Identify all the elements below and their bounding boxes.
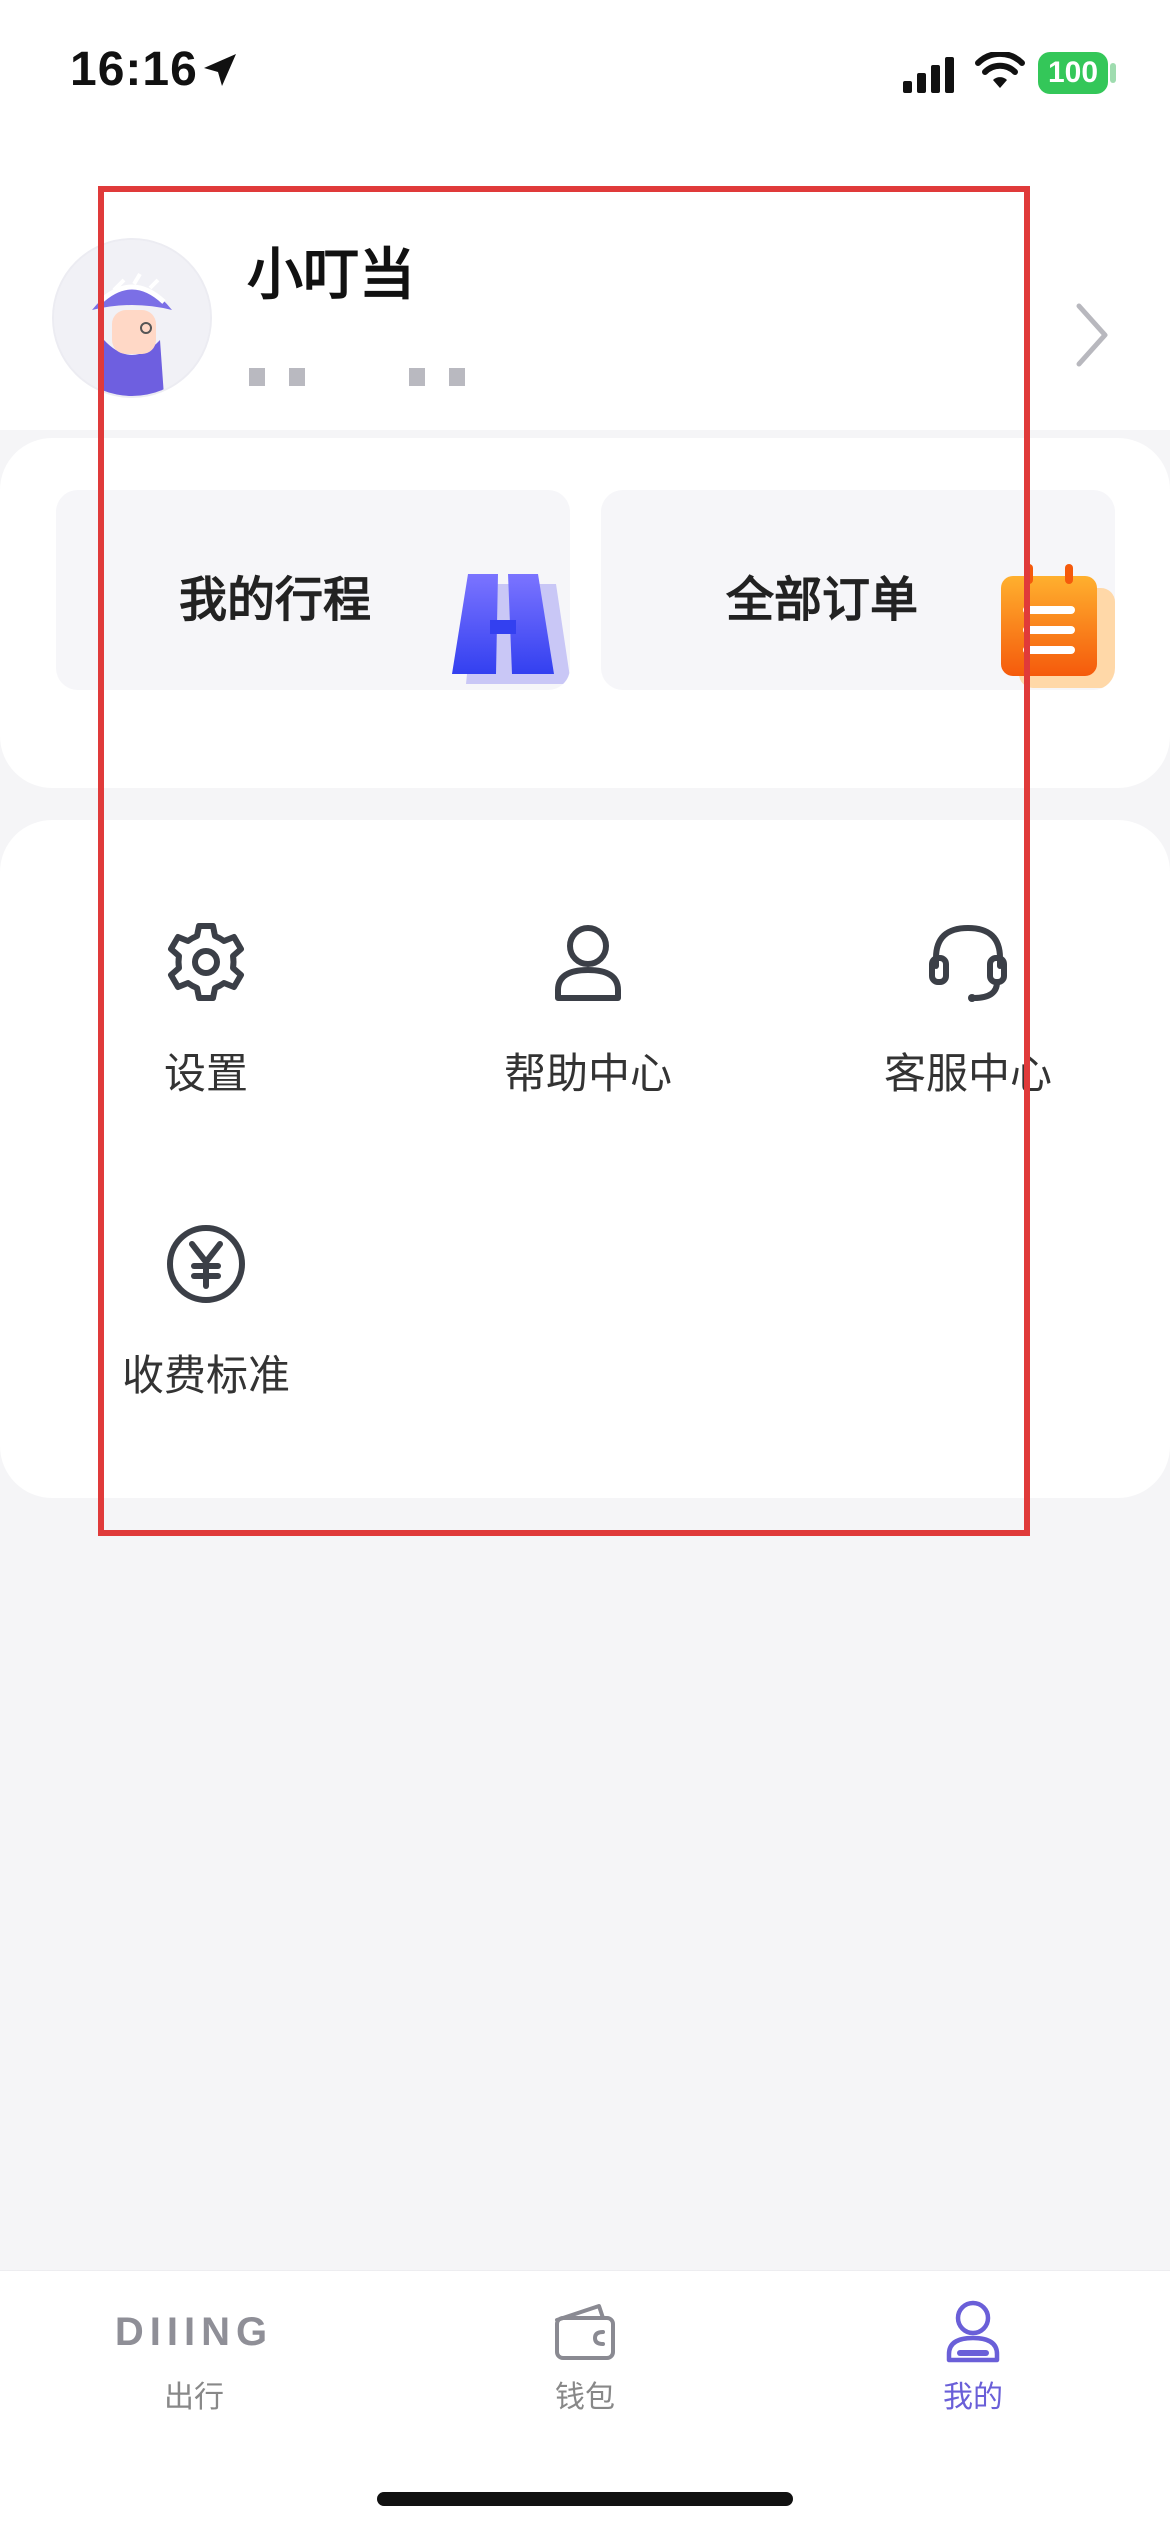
headset-icon xyxy=(929,925,1007,1002)
user-icon xyxy=(946,2300,1000,2363)
settings-button[interactable]: 设置 xyxy=(46,920,366,1150)
all-orders-button[interactable]: 全部订单 xyxy=(601,490,1115,690)
help-center-label: 帮助中心 xyxy=(503,1049,672,1098)
user-phone-masked xyxy=(247,360,527,394)
battery-tip xyxy=(1110,63,1116,83)
yuan-icon xyxy=(167,1225,245,1303)
tab-mine-label: 我的 xyxy=(943,2380,1003,2415)
all-orders-label: 全部订单 xyxy=(726,572,919,628)
customer-service-button[interactable]: 客服中心 xyxy=(808,920,1128,1150)
orders-icon xyxy=(1001,564,1115,688)
wallet-icon xyxy=(555,2304,615,2360)
my-trips-label: 我的行程 xyxy=(179,572,372,628)
tab-travel[interactable]: DIIING 出行 xyxy=(74,2290,314,2420)
fee-standard-label: 收费标准 xyxy=(121,1351,290,1400)
avatar-illustration-icon xyxy=(54,240,210,396)
phone-mask-dot xyxy=(249,368,265,386)
customer-service-label: 客服中心 xyxy=(883,1049,1052,1098)
my-trips-button[interactable]: 我的行程 xyxy=(56,490,570,690)
tab-wallet[interactable]: 钱包 xyxy=(465,2290,705,2420)
gear-icon xyxy=(168,923,244,1001)
signal-icon xyxy=(903,57,954,93)
help-center-button[interactable]: 帮助中心 xyxy=(428,920,748,1150)
user-help-icon xyxy=(555,925,621,1001)
trip-icon xyxy=(452,574,570,684)
phone-mask-dot xyxy=(409,368,425,386)
user-name: 小叮当 xyxy=(247,243,415,308)
tab-mine[interactable]: 我的 xyxy=(853,2290,1093,2420)
tab-wallet-label: 钱包 xyxy=(555,2380,615,2415)
status-time: 16:16 xyxy=(70,43,198,96)
avatar[interactable] xyxy=(52,238,212,398)
tab-travel-label: 出行 xyxy=(164,2380,224,2415)
settings-label: 设置 xyxy=(163,1049,248,1098)
battery-icon: 100 xyxy=(1038,52,1108,94)
diiing-logo: DIIING xyxy=(114,2310,274,2354)
home-indicator xyxy=(377,2492,793,2506)
fee-standard-button[interactable]: 收费标准 xyxy=(46,1222,366,1452)
location-arrow-icon xyxy=(204,54,236,86)
chevron-right-icon[interactable] xyxy=(1073,300,1111,370)
phone-mask-dot xyxy=(449,368,465,386)
wifi-icon xyxy=(975,52,1025,88)
phone-mask-dot xyxy=(289,368,305,386)
battery-level: 100 xyxy=(1047,56,1099,89)
